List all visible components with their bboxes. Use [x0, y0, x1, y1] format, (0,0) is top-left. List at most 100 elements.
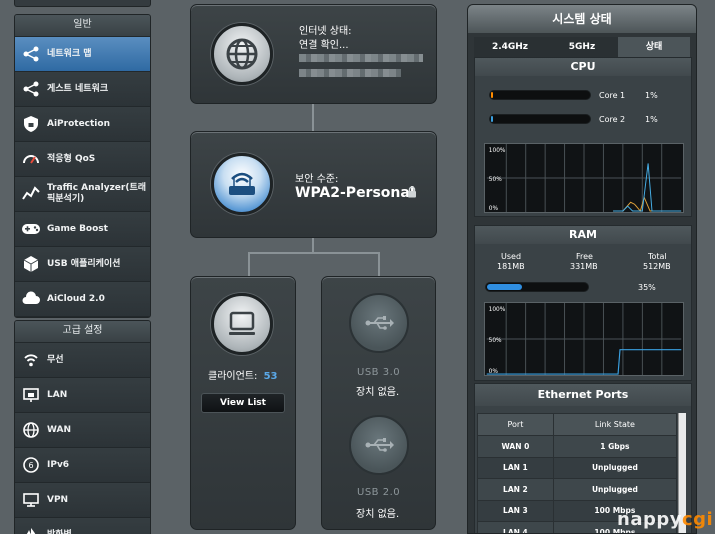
general-menu-group: 일반 네트워크 맵게스트 네트워크 AiProtection 적응형 QoS Traf… [14, 14, 151, 318]
clients-button[interactable] [211, 293, 273, 355]
tab-2-4ghz[interactable]: 2.4GHz [474, 37, 546, 57]
game-controller-icon [20, 218, 42, 240]
port-cell: LAN 3 [477, 499, 554, 522]
ram-title: RAM [475, 226, 691, 244]
guest-network-icon [20, 78, 42, 100]
core2-bar [489, 114, 591, 124]
sidebar-item-vpn[interactable]: VPN [15, 483, 150, 518]
sidebar-item-label: USB 애플리케이션 [47, 258, 121, 269]
sidebar-item-guest-network[interactable]: 게스트 네트워크 [15, 72, 150, 107]
tab-status[interactable]: 상태 [618, 37, 690, 57]
blurred-address-1 [299, 54, 423, 62]
clients-label: 클라이언트: 53 [208, 367, 277, 382]
sidebar-item-traffic-analyzer[interactable]: Traffic Analyzer(트래픽분석기) [15, 177, 150, 212]
sidebar-item-ipv6[interactable]: 6 IPv6 [15, 448, 150, 483]
cpu-graph-label-100: 100% [489, 148, 506, 154]
ethernet-row: LAN 2 Unplugged [477, 478, 678, 501]
usb30-button[interactable] [349, 293, 409, 353]
usb-icon [365, 316, 394, 330]
ethernet-title: Ethernet Ports [475, 384, 691, 406]
sidebar-item-network-map[interactable]: 네트워크 맵 [15, 37, 150, 72]
ram-graph-label-100: 100% [489, 307, 506, 313]
ethernet-row: LAN 1 Unplugged [477, 456, 678, 479]
security-label: 보안 수준: [295, 174, 339, 185]
usb30-label: USB 3.0 [357, 367, 401, 378]
firewall-icon [20, 524, 42, 534]
sidebar-item-aiprotection-lock[interactable]: AiProtection [15, 107, 150, 142]
router-icon [229, 172, 255, 195]
usb20-status: 장치 없음. [356, 509, 400, 520]
sidebar-item-wan-globe[interactable]: WAN [15, 413, 150, 448]
sidebar-item-firewall[interactable]: 방화벽 [15, 518, 150, 534]
sidebar-item-wireless[interactable]: 무선 [15, 343, 150, 378]
network-map-icon [20, 43, 42, 65]
sidebar-item-label: Game Boost [47, 223, 108, 234]
watermark-text-a: nappy [617, 509, 682, 530]
ram-total-label: Total [648, 252, 667, 261]
port-cell: LAN 1 [477, 456, 554, 479]
core1-label: Core 1 [599, 91, 626, 100]
router-button[interactable] [211, 153, 273, 215]
monitor-icon [229, 311, 255, 335]
sidebar-item-label: WAN [47, 424, 72, 435]
core1-bar-fill [491, 92, 493, 98]
ram-free-value: 331MB [570, 262, 598, 271]
internet-panel[interactable]: 인터넷 상태: 연결 확인... [190, 4, 437, 104]
port-header: Port [477, 413, 554, 436]
cpu-section: CPU Core 1 1% Core 2 1% 100% 50% 0% [474, 57, 692, 217]
tab-5ghz[interactable]: 5GHz [546, 37, 618, 57]
general-header: 일반 [15, 15, 150, 37]
ram-used-label: Used [501, 252, 522, 261]
ram-graph-label-50: 50% [489, 338, 502, 344]
sidebar-item-cloud[interactable]: AiCloud 2.0 [15, 282, 150, 317]
usb-icon [365, 438, 394, 452]
sidebar-item-game-controller[interactable]: Game Boost [15, 212, 150, 247]
view-list-button[interactable]: View List [201, 393, 285, 413]
cpu-graph-label-50: 50% [489, 177, 502, 183]
usb30-status: 장치 없음. [356, 387, 400, 398]
globe-icon [226, 38, 258, 70]
clients-panel[interactable]: 클라이언트: 53 View List [190, 276, 296, 530]
lan-icon [20, 384, 42, 406]
core2-bar-fill [491, 116, 493, 122]
router-panel[interactable]: 보안 수준: WPA2-Personal [190, 131, 437, 238]
ethernet-row: WAN 01 Gbps [477, 435, 678, 458]
sidebar-item-label: 적응형 QoS [47, 153, 96, 164]
advanced-header: 고급 설정 [15, 321, 150, 343]
sidebar-item-qos-gauge[interactable]: 적응형 QoS [15, 142, 150, 177]
sidebar-item-label: IPv6 [47, 459, 70, 470]
port-cell: LAN 2 [477, 478, 554, 501]
ram-total-value: 512MB [643, 262, 671, 271]
ram-percent: 35% [638, 283, 656, 292]
link-state-header: Link State [552, 413, 678, 436]
sidebar-top-stub [14, 0, 151, 7]
sidebar-item-usb-application[interactable]: USB 애플리케이션 [15, 247, 150, 282]
core1-percent: 1% [645, 91, 658, 100]
wireless-icon [20, 349, 42, 371]
usb20-button[interactable] [349, 415, 409, 475]
clients-count[interactable]: 53 [264, 371, 278, 382]
cpu-graph-label-0: 0% [489, 206, 499, 212]
port-cell: WAN 0 [477, 435, 554, 458]
ram-used-value: 181MB [497, 262, 525, 271]
internet-status-value: 연결 확인... [299, 40, 349, 51]
system-status-panel: 시스템 상태 2.4GHz 5GHz 상태 CPU Core 1 1% Core… [467, 4, 697, 534]
connector-clients [248, 252, 250, 276]
ipv6-icon: 6 [20, 454, 42, 476]
sidebar-item-label: LAN [47, 389, 68, 400]
sidebar-item-label: 게스트 네트워크 [47, 83, 109, 94]
connector-internet-router [312, 104, 314, 132]
sidebar-item-label: 무선 [47, 354, 64, 365]
internet-globe-button[interactable] [211, 23, 273, 85]
lock-icon [408, 186, 416, 198]
sidebar-item-lan[interactable]: LAN [15, 378, 150, 413]
system-status-title: 시스템 상태 [468, 5, 696, 33]
internet-status-label: 인터넷 상태: [299, 26, 352, 37]
core1-bar [489, 90, 591, 100]
usb-panel: USB 3.0 장치 없음. USB 2.0 장치 없음. [321, 276, 436, 530]
watermark: nappycgi [617, 509, 713, 530]
core2-label: Core 2 [599, 115, 626, 124]
ram-bar-fill [487, 284, 522, 290]
ram-bar [485, 282, 589, 292]
ethernet-header-row: Port Link State [477, 413, 678, 436]
